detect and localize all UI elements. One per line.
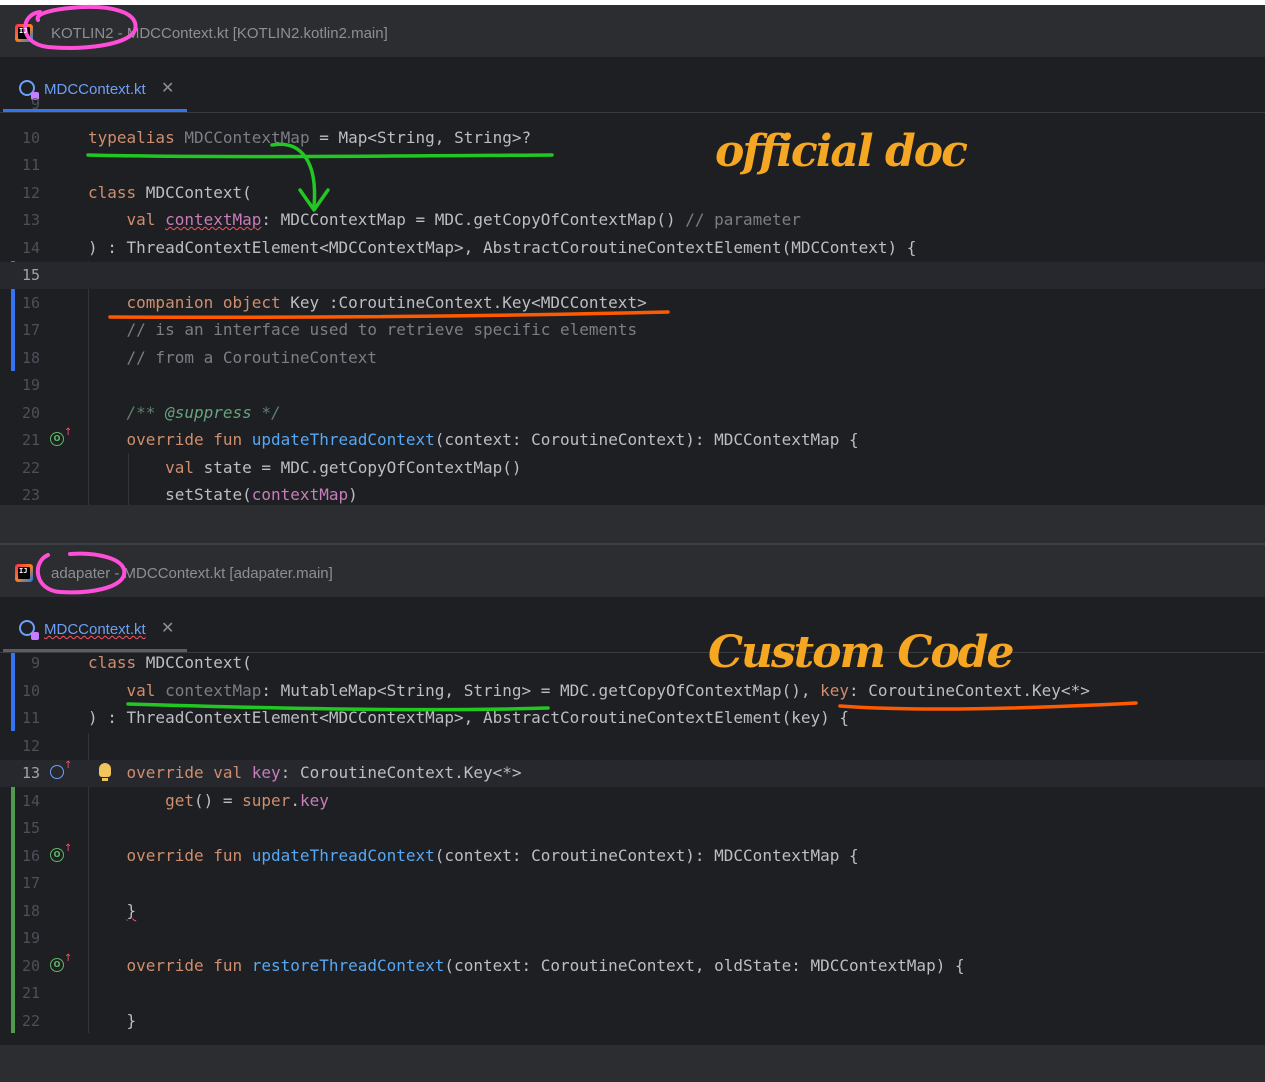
code-line[interactable]: 14 get() = super.key [0,788,1265,815]
kotlin-file-icon [19,620,39,640]
window-title: KOTLIN2 - MDCContext.kt [KOTLIN2.kotlin2… [51,25,388,42]
code-line[interactable]: 17 // is an interface used to retrieve s… [0,317,1265,344]
title-bar: IJ adapater - MDCContext.kt [adapater.ma… [0,545,1265,598]
custom-code-annotation: Custom Code [708,627,1014,678]
implement-gutter-icon[interactable] [50,760,72,779]
code-line[interactable]: 18 // from a CoroutineContext [0,345,1265,372]
code-line[interactable]: 13 val contextMap: MDCContextMap = MDC.g… [0,207,1265,234]
code-line[interactable]: 19 [0,925,1265,952]
code-text: override val key: CoroutineContext.Key<*… [126,763,522,782]
code-text: override fun updateThreadContext(context… [126,430,859,449]
code-line[interactable]: 22 } [0,1008,1265,1035]
code-line[interactable]: 11 ) : ThreadContextElement<MDCContextMa… [0,705,1265,732]
code-line[interactable]: 12 [0,733,1265,760]
code-line[interactable]: 9 class MDCContext( [0,650,1265,677]
code-text: companion object Key :CoroutineContext.K… [126,293,647,312]
top-editor-window: IJ KOTLIN2 - MDCContext.kt [KOTLIN2.kotl… [0,5,1265,505]
code-text: // from a CoroutineContext [88,348,377,367]
official-doc-annotation: official doc [715,126,968,177]
title-bar: IJ KOTLIN2 - MDCContext.kt [KOTLIN2.kotl… [0,5,1265,58]
code-line[interactable]: 20 /** @suppress */ [0,400,1265,427]
override-gutter-icon[interactable]: O [50,843,72,862]
code-text: ) : ThreadContextElement<MDCContextMap>,… [88,238,917,257]
code-line[interactable]: 11 [0,152,1265,179]
code-line[interactable]: 9 [0,91,1265,118]
code-line[interactable]: 12 class MDCContext( [0,180,1265,207]
code-line-current[interactable]: 15 [0,262,1265,289]
intellij-icon[interactable]: IJ [15,24,33,42]
code-line[interactable]: 22 val state = MDC.getCopyOfContextMap() [0,455,1265,482]
code-text: } [126,901,137,920]
code-line[interactable]: 18 } [0,898,1265,925]
code-line[interactable]: 21 O override fun updateThreadContext(co… [0,427,1265,454]
code-line[interactable]: 17 [0,870,1265,897]
code-line[interactable]: 10 val contextMap: MutableMap<String, St… [0,678,1265,705]
code-text: /** @suppress */ [126,403,281,422]
code-line[interactable]: 21 [0,980,1265,1007]
code-line[interactable]: 15 [0,815,1265,842]
code-line-current[interactable]: 13 override val key: CoroutineContext.Ke… [0,760,1265,787]
code-text: val contextMap: MDCContextMap = MDC.getC… [126,210,801,229]
code-text: val state = MDC.getCopyOfContextMap() [165,458,522,477]
window-title: adapater - MDCContext.kt [adapater.main] [51,565,333,582]
code-text: } [88,1011,137,1030]
code-line[interactable]: 16 companion object Key :CoroutineContex… [0,290,1265,317]
bottom-editor-window: IJ adapater - MDCContext.kt [adapater.ma… [0,545,1265,1045]
code-line[interactable]: 14 ) : ThreadContextElement<MDCContextMa… [0,235,1265,262]
intellij-icon[interactable]: IJ [15,564,33,582]
code-text: ) : ThreadContextElement<MDCContextMap>,… [88,708,849,727]
code-text: override fun restoreThreadContext(contex… [126,956,965,975]
code-text: typealias MDCContextMap = Map<String, St… [88,128,532,147]
code-line[interactable]: 20 O override fun restoreThreadContext(c… [0,953,1265,980]
code-text: val contextMap: MutableMap<String, Strin… [126,681,1090,700]
close-tab-icon[interactable]: ✕ [161,618,174,637]
code-line[interactable]: 19 [0,372,1265,399]
editor-tab-bar: MDCContext.kt ✕ [0,598,1265,653]
code-text: get() = super.key [165,791,329,810]
window-separator [0,505,1265,543]
override-gutter-icon[interactable]: O [50,427,72,446]
code-line[interactable]: 23 setState(contextMap) [0,482,1265,505]
code-text: // is an interface used to retrieve spec… [88,320,638,339]
bottom-strip [0,1045,1265,1082]
code-line[interactable]: 16 O override fun updateThreadContext(co… [0,843,1265,870]
code-text: override fun updateThreadContext(context… [126,846,859,865]
code-text: setState(contextMap) [88,485,358,504]
code-line[interactable]: 10 typealias MDCContextMap = Map<String,… [0,125,1265,152]
code-text: class MDCContext( [88,183,252,202]
tab-label[interactable]: MDCContext.kt [44,621,146,638]
tab-mdccontext[interactable]: MDCContext.kt ✕ [0,598,187,652]
code-text: class MDCContext( [88,653,252,672]
override-gutter-icon[interactable]: O [50,953,72,972]
